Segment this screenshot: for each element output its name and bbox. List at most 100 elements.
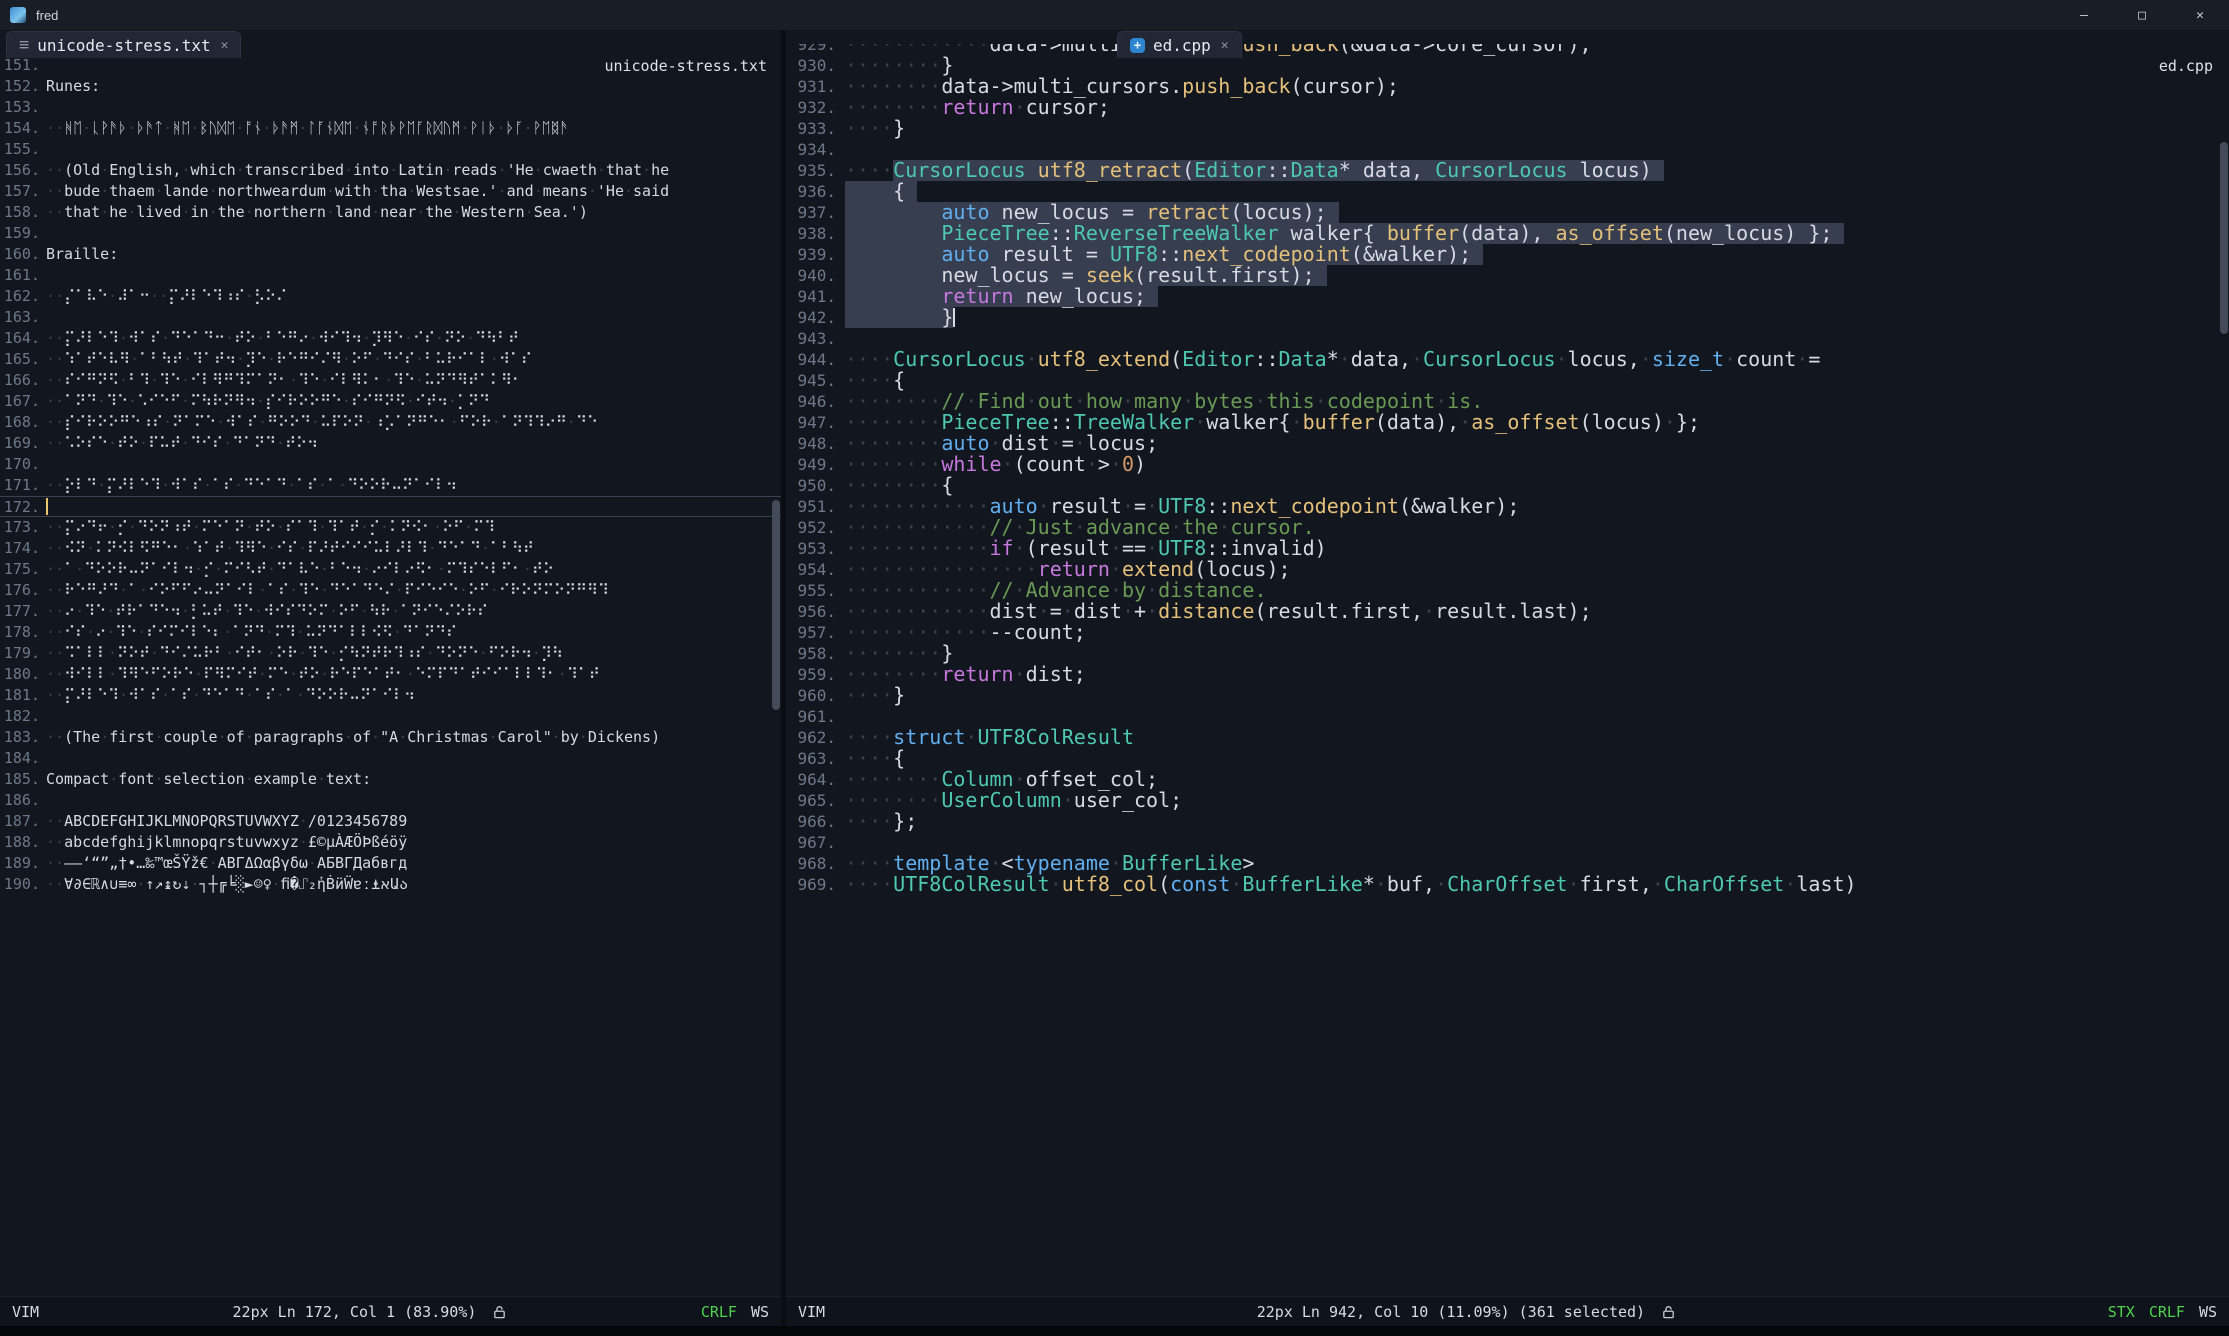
code-line-153[interactable]: 153. xyxy=(0,97,781,118)
code-line-931[interactable]: 931.········data->multi_cursors.push_bac… xyxy=(786,76,2229,97)
code-line-182[interactable]: 182. xyxy=(0,706,781,727)
code-line-181[interactable]: 181.··⡍⠜⠇⠑⠹·⠺⠁⠎·⠁⠎·⠙⠑⠁⠙·⠁⠎·⠁·⠙⠕⠕⠗⠤⠝⠁⠊⠇⠲ xyxy=(0,685,781,706)
code-line-161[interactable]: 161. xyxy=(0,265,781,286)
line-ending-indicator[interactable]: CRLF xyxy=(2149,1303,2185,1321)
close-button[interactable]: ✕ xyxy=(2171,0,2229,30)
code-line-939[interactable]: 939.········auto·result·=·UTF8::next_cod… xyxy=(786,244,2229,265)
code-line-184[interactable]: 184. xyxy=(0,748,781,769)
line-text: ··⠁⠝⠙·⠹⠑·⠡⠊⠑⠋·⠍⠳⠗⠝⠻⠲·⡎⠊⠗⠕⠕⠛⠑·⠎⠊⠛⠝⠫·⠊⠞⠲·⡁… xyxy=(46,391,490,412)
code-line-163[interactable]: 163. xyxy=(0,307,781,328)
code-line-946[interactable]: 946.········//·Find·out·how·many·bytes·t… xyxy=(786,391,2229,412)
code-line-967[interactable]: 967. xyxy=(786,832,2229,853)
code-line-176[interactable]: 176.··⠗⠑⠛⠜⠙·⠁·⠊⠕⠋⠋⠔⠤⠝⠁⠊⠇·⠁⠎·⠹⠑·⠙⠑⠁⠙⠑⠌·⠏⠊… xyxy=(0,580,781,601)
tab-close-icon[interactable]: ✕ xyxy=(1221,38,1229,53)
code-line-160[interactable]: 160.Braille: xyxy=(0,244,781,265)
code-line-969[interactable]: 969.····UTF8ColResult·utf8_col(const·Buf… xyxy=(786,874,2229,895)
code-line-960[interactable]: 960.····} xyxy=(786,685,2229,706)
code-line-157[interactable]: 157.··bude·thaem·lande·northweardum·with… xyxy=(0,181,781,202)
code-line-173[interactable]: 173.··⡍⠔⠙⠖·⡊·⠙⠕⠝⠰⠞·⠍⠑⠁⠝·⠞⠕·⠎⠁⠹·⠹⠁⠞·⡊·⠅⠝⠪… xyxy=(0,517,781,538)
scrollbar-thumb-left[interactable] xyxy=(772,500,780,710)
code-line-952[interactable]: 952.············//·Just·advance·the·curs… xyxy=(786,517,2229,538)
code-line-950[interactable]: 950.········{ xyxy=(786,475,2229,496)
code-line-168[interactable]: 168.··⡎⠊⠗⠕⠕⠛⠑⠰⠎·⠝⠁⠍⠑·⠺⠁⠎·⠛⠕⠕⠙·⠥⠏⠕⠝·⠰⡡⠁⠝⠛… xyxy=(0,412,781,433)
line-number: 162. xyxy=(0,286,40,307)
code-line-171[interactable]: 171.··⡕⠇⠙·⡍⠜⠇⠑⠹·⠺⠁⠎·⠁⠎·⠙⠑⠁⠙·⠁⠎·⠁·⠙⠕⠕⠗⠤⠝⠁… xyxy=(0,475,781,496)
code-line-172[interactable]: 172. xyxy=(0,496,781,517)
code-line-159[interactable]: 159. xyxy=(0,223,781,244)
whitespace-indicator[interactable]: WS xyxy=(751,1303,769,1321)
tab-unicode-stress-txt[interactable]: ≡ unicode-stress.txt ✕ xyxy=(6,31,241,58)
code-line-934[interactable]: 934. xyxy=(786,139,2229,160)
tab-close-icon[interactable]: ✕ xyxy=(221,38,229,53)
code-line-930[interactable]: 930.········} xyxy=(786,55,2229,76)
code-line-943[interactable]: 943. xyxy=(786,328,2229,349)
text-viewport-left[interactable]: 150.··እግርህን·በፍራሽህ·ልክ·ዘርጋ።151.152.Runes:1… xyxy=(0,44,781,1296)
code-line-164[interactable]: 164.··⡍⠜⠇⠑⠹·⠺⠁⠎·⠙⠑⠁⠙⠒·⠞⠕·⠃⠑⠛⠔·⠺⠊⠹⠲·⡹⠻⠑·⠊… xyxy=(0,328,781,349)
code-line-179[interactable]: 179.··⠩⠁⠇⠇·⠝⠕⠞·⠙⠊⠌⠥⠗⠃·⠊⠞⠂·⠕⠗·⠹⠑·⡊⠳⠝⠞⠗⠹⠰⠎… xyxy=(0,643,781,664)
code-line-152[interactable]: 152.Runes: xyxy=(0,76,781,97)
code-line-966[interactable]: 966.····}; xyxy=(786,811,2229,832)
code-line-190[interactable]: 190.··∀∂∈ℝ∧∪≡∞·↑↗↨↻⇣·┐┼╔╘░►☺♀·ﬁ�⑀₂ἠḂӥẄɐː… xyxy=(0,874,781,895)
code-line-169[interactable]: 169.··⠡⠕⠎⠑·⠞⠕·⠏⠥⠞·⠙⠊⠎·⠙⠁⠝⠙·⠞⠕⠲ xyxy=(0,433,781,454)
code-line-189[interactable]: 189.··–—‘“”„†•…‰™œŠŸž€·ΑΒΓΔΩαβγδω·АБВГДа… xyxy=(0,853,781,874)
code-line-154[interactable]: 154.··ᚻᛖ·ᚳᚹᚫᚦ·ᚦᚫᛏ·ᚻᛖ·ᛒᚢᛞᛖ·ᚩᚾ·ᚦᚫᛗ·ᛚᚪᚾᛞᛖ·ᚾ… xyxy=(0,118,781,139)
code-line-940[interactable]: 940.········new_locus·=·seek(result.firs… xyxy=(786,265,2229,286)
code-line-951[interactable]: 951.············auto·result·=·UTF8::next… xyxy=(786,496,2229,517)
code-line-166[interactable]: 166.··⠎⠊⠛⠝⠫·⠃⠹·⠹⠑·⠊⠇⠻⠛⠹⠍⠁⠝⠂·⠹⠑·⠊⠇⠻⠅⠂·⠹⠑·… xyxy=(0,370,781,391)
code-line-185[interactable]: 185.Compact·font·selection·example·text: xyxy=(0,769,781,790)
code-line-938[interactable]: 938.········PieceTree::ReverseTreeWalker… xyxy=(786,223,2229,244)
code-line-162[interactable]: 162.··⡌⠁⠧⠑·⠼⠁⠒··⡍⠜⠇⠑⠹⠰⠎·⡣⠕⠌ xyxy=(0,286,781,307)
code-line-945[interactable]: 945.····{ xyxy=(786,370,2229,391)
code-line-953[interactable]: 953.············if·(result·==·UTF8::inva… xyxy=(786,538,2229,559)
code-line-174[interactable]: 174.··⠪⠝·⠅⠝⠪⠇⠫⠛⠑⠂·⠱⠁⠞·⠹⠻⠑·⠊⠎·⠏⠜⠞⠊⠊⠊⠥⠇⠜⠇⠹… xyxy=(0,538,781,559)
maximize-button[interactable]: □ xyxy=(2113,0,2171,30)
scrollbar-thumb-right[interactable] xyxy=(2220,142,2228,334)
code-line-937[interactable]: 937.········auto·new_locus·=·retract(loc… xyxy=(786,202,2229,223)
code-line-935[interactable]: 935.····CursorLocus·utf8_retract(Editor:… xyxy=(786,160,2229,181)
code-line-170[interactable]: 170. xyxy=(0,454,781,475)
code-line-155[interactable]: 155. xyxy=(0,139,781,160)
unlock-icon[interactable] xyxy=(492,1304,507,1320)
code-line-187[interactable]: 187.··ABCDEFGHIJKLMNOPQRSTUVWXYZ·/012345… xyxy=(0,811,781,832)
code-line-186[interactable]: 186. xyxy=(0,790,781,811)
minimize-button[interactable]: – xyxy=(2055,0,2113,30)
code-line-954[interactable]: 954.················return·extend(locus)… xyxy=(786,559,2229,580)
tab-ed-cpp[interactable]: + ed.cpp ✕ xyxy=(1117,31,1242,58)
text-viewport-right[interactable]: 929.············data->multi_cursors.push… xyxy=(786,44,2229,1296)
code-line-933[interactable]: 933.····} xyxy=(786,118,2229,139)
code-line-175[interactable]: 175.··⠁·⠙⠕⠕⠗⠤⠝⠁⠊⠇⠲·⡊·⠍⠊⠣⠞·⠙⠁⠧⠑·⠃⠑⠲·⠔⠊⠇⠔⠫… xyxy=(0,559,781,580)
encoding-indicator[interactable]: STX xyxy=(2108,1303,2135,1321)
code-line-165[interactable]: 165.··⠱⠁⠞⠑⠧⠻·⠁⠃⠳⠞·⠹⠁⠞⠲·⡹⠑·⠗⠑⠛⠊⠌⠻·⠕⠋·⠙⠊⠎·… xyxy=(0,349,781,370)
code-line-964[interactable]: 964.········Column·offset_col; xyxy=(786,769,2229,790)
code-line-180[interactable]: 180.··⠺⠊⠇⠇·⠹⠻⠑⠋⠕⠗⠑·⠏⠻⠍⠊⠞·⠍⠑·⠞⠕·⠗⠑⠏⠑⠁⠞⠂·⠑… xyxy=(0,664,781,685)
code-line-188[interactable]: 188.··abcdefghijklmnopqrstuvwxyz·£©µÀÆÖÞ… xyxy=(0,832,781,853)
code-line-957[interactable]: 957.············--count; xyxy=(786,622,2229,643)
code-line-968[interactable]: 968.····template·<typename·BufferLike> xyxy=(786,853,2229,874)
code-line-949[interactable]: 949.········while·(count·>·0) xyxy=(786,454,2229,475)
code-line-955[interactable]: 955.············//·Advance·by·distance. xyxy=(786,580,2229,601)
code-line-942[interactable]: 942.········} xyxy=(786,307,2229,328)
whitespace-indicator[interactable]: WS xyxy=(2199,1303,2217,1321)
code-line-929[interactable]: 929.············data->multi_cursors.push… xyxy=(786,44,2229,55)
code-line-167[interactable]: 167.··⠁⠝⠙·⠹⠑·⠡⠊⠑⠋·⠍⠳⠗⠝⠻⠲·⡎⠊⠗⠕⠕⠛⠑·⠎⠊⠛⠝⠫·⠊… xyxy=(0,391,781,412)
code-line-956[interactable]: 956.············dist·=·dist·+·distance(r… xyxy=(786,601,2229,622)
code-line-961[interactable]: 961. xyxy=(786,706,2229,727)
code-line-944[interactable]: 944.····CursorLocus·utf8_extend(Editor::… xyxy=(786,349,2229,370)
code-line-936[interactable]: 936.····{ xyxy=(786,181,2229,202)
code-line-948[interactable]: 948.········auto·dist·=·locus; xyxy=(786,433,2229,454)
code-line-156[interactable]: 156.··(Old·English,·which·transcribed·in… xyxy=(0,160,781,181)
code-line-941[interactable]: 941.········return·new_locus; xyxy=(786,286,2229,307)
code-line-183[interactable]: 183.··(The·first·couple·of·paragraphs·of… xyxy=(0,727,781,748)
code-line-158[interactable]: 158.··that·he·lived·in·the·northern·land… xyxy=(0,202,781,223)
line-ending-indicator[interactable]: CRLF xyxy=(701,1303,737,1321)
code-line-963[interactable]: 963.····{ xyxy=(786,748,2229,769)
unlock-icon[interactable] xyxy=(1661,1304,1676,1320)
code-line-958[interactable]: 958.········} xyxy=(786,643,2229,664)
code-line-965[interactable]: 965.········UserColumn·user_col; xyxy=(786,790,2229,811)
code-line-178[interactable]: 178.··⠊⠎·⠔·⠹⠑·⠎⠊⠍⠊⠇⠑⠆·⠁⠝⠙·⠍⠹·⠥⠝⠙⠁⠇⠇⠪⠫·⠙⠁… xyxy=(0,622,781,643)
code-line-959[interactable]: 959.········return·dist; xyxy=(786,664,2229,685)
code-line-947[interactable]: 947.········PieceTree::TreeWalker·walker… xyxy=(786,412,2229,433)
code-line-177[interactable]: 177.··⠔·⠹⠑·⠞⠗⠁⠙⠑⠲·⡃⠥⠞·⠹⠑·⠺⠊⠎⠙⠕⠍·⠕⠋·⠳⠗·⠁⠝… xyxy=(0,601,781,622)
code-line-962[interactable]: 962.····struct·UTF8ColResult xyxy=(786,727,2229,748)
code-line-932[interactable]: 932.········return·cursor; xyxy=(786,97,2229,118)
